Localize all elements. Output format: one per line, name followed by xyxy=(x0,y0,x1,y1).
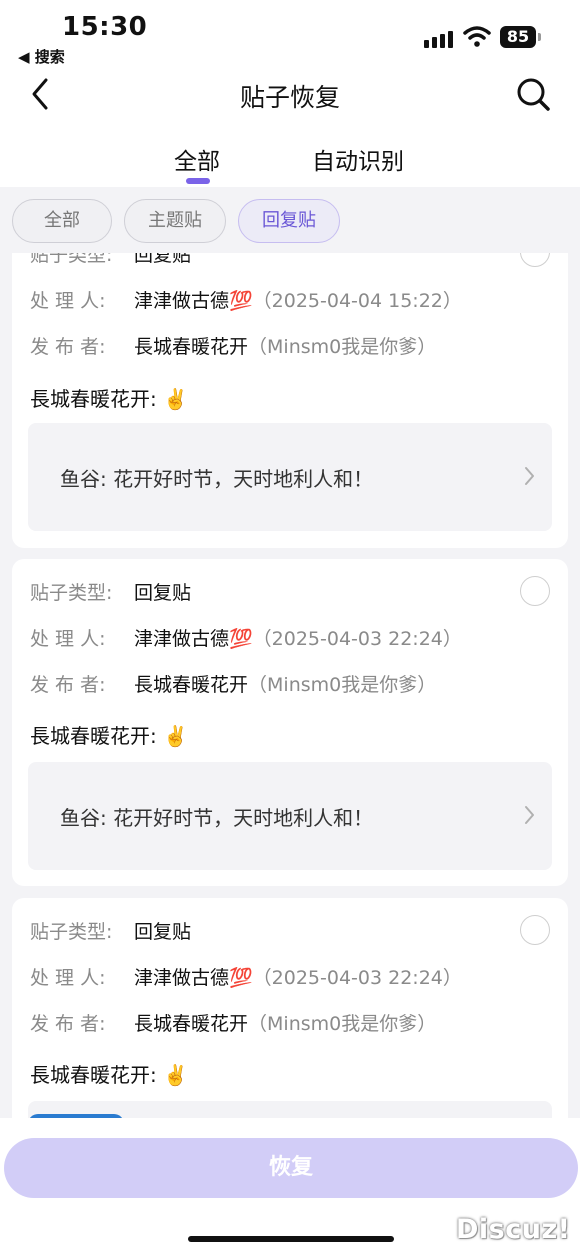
handler-time: （2025-04-03 22:24） xyxy=(252,967,462,989)
chevron-right-icon xyxy=(525,806,534,824)
publisher-label: 发 布 者: xyxy=(30,1013,106,1035)
tab-auto-detect[interactable]: 自动识别 xyxy=(312,142,404,176)
nav-bar: 贴子恢复 xyxy=(0,70,580,130)
handler-row: 处 理 人: 津津做古德💯（2025-04-03 22:24） xyxy=(30,963,462,990)
handler-time: （2025-04-04 15:22） xyxy=(252,290,462,312)
handler-label: 处 理 人: xyxy=(30,290,106,312)
publisher-name: 長城春暖花开 xyxy=(134,674,249,696)
quoted-post-text: 鱼谷: 花开好时节，天时地利人和！ xyxy=(60,806,374,830)
handler-label: 处 理 人: xyxy=(30,628,106,650)
handler-name: 津津做古德💯 xyxy=(134,628,253,650)
battery-cap xyxy=(538,33,541,41)
publisher-label: 发 布 者: xyxy=(30,336,106,358)
post-list[interactable]: 贴子类型: 回复贴 处 理 人: 津津做古德💯（2025-04-04 15:22） … xyxy=(0,243,580,1118)
handler-time: （2025-04-03 22:24） xyxy=(252,628,462,650)
battery-icon: 85 xyxy=(500,26,536,48)
tab-active-indicator xyxy=(186,178,210,184)
handler-name: 津津做古德💯 xyxy=(134,967,253,989)
reply-content: 長城春暖花开: ✌️ xyxy=(30,1063,188,1087)
search-icon[interactable] xyxy=(514,74,552,114)
publisher-row: 发 布 者: 長城春暖花开（Minsm0我是你爹） xyxy=(30,1009,436,1036)
quoted-post-text: 鱼谷: 花开好时节，天时地利人和！ xyxy=(60,467,374,491)
publisher-id: （Minsm0我是你爹） xyxy=(248,336,437,358)
status-bar: 15:30 ◀ 搜索 85 xyxy=(0,0,580,70)
post-type-label: 贴子类型: xyxy=(30,582,113,604)
publisher-id: （Minsm0我是你爹） xyxy=(248,1013,437,1035)
quoted-post[interactable]: 鱼谷: 花开好时节，天时地利人和！ xyxy=(28,762,552,870)
publisher-row: 发 布 者: 長城春暖花开（Minsm0我是你爹） xyxy=(30,670,436,697)
post-card: 贴子类型: 回复贴 处 理 人: 津津做古德💯（2025-04-04 15:22） … xyxy=(12,243,568,548)
restore-button[interactable]: 恢复 xyxy=(4,1138,578,1198)
filter-bar: 全部 主题贴 回复贴 xyxy=(0,187,580,253)
post-type-row: 贴子类型: 回复贴 xyxy=(30,578,191,605)
filter-chip-reply[interactable]: 回复贴 xyxy=(238,199,340,243)
post-type-label: 贴子类型: xyxy=(30,921,113,943)
select-radio[interactable] xyxy=(520,576,550,606)
publisher-label: 发 布 者: xyxy=(30,674,106,696)
post-type-value: 回复贴 xyxy=(134,582,192,604)
status-time: 15:30 xyxy=(62,12,148,42)
discuz-watermark: Discuz! xyxy=(456,1214,571,1245)
quoted-post[interactable]: 鱼谷: 花开好时节，天时地利人和！ xyxy=(28,423,552,531)
filter-chip-topic[interactable]: 主题贴 xyxy=(124,199,226,243)
signal-icon xyxy=(424,28,454,48)
tab-all[interactable]: 全部 xyxy=(174,142,220,176)
wifi-icon xyxy=(463,26,491,47)
tab-bar: 全部 自动识别 xyxy=(0,130,580,187)
reply-content: 長城春暖花开: ✌️ xyxy=(30,387,188,411)
select-radio[interactable] xyxy=(520,915,550,945)
page-title: 贴子恢复 xyxy=(239,83,340,112)
post-type-value: 回复贴 xyxy=(134,921,192,943)
filter-chip-all[interactable]: 全部 xyxy=(12,199,112,243)
publisher-name: 長城春暖花开 xyxy=(134,1013,249,1035)
handler-label: 处 理 人: xyxy=(30,967,106,989)
publisher-id: （Minsm0我是你爹） xyxy=(248,674,437,696)
handler-name: 津津做古德💯 xyxy=(134,290,253,312)
home-indicator[interactable] xyxy=(188,1236,394,1242)
reply-content: 長城春暖花开: ✌️ xyxy=(30,724,188,748)
publisher-name: 長城春暖花开 xyxy=(134,336,249,358)
bottom-action-bar: 恢复 Discuz! xyxy=(0,1118,580,1255)
post-type-row: 贴子类型: 回复贴 xyxy=(30,917,191,944)
back-to-app-link[interactable]: ◀ 搜索 xyxy=(18,46,65,67)
publisher-row: 发 布 者: 長城春暖花开（Minsm0我是你爹） xyxy=(30,332,436,359)
handler-row: 处 理 人: 津津做古德💯（2025-04-03 22:24） xyxy=(30,624,462,651)
handler-row: 处 理 人: 津津做古德💯（2025-04-04 15:22） xyxy=(30,286,462,313)
post-card: 贴子类型: 回复贴 处 理 人: 津津做古德💯（2025-04-03 22:24） … xyxy=(12,898,568,1118)
chevron-right-icon xyxy=(525,467,534,485)
post-card: 贴子类型: 回复贴 处 理 人: 津津做古德💯（2025-04-03 22:24） … xyxy=(12,559,568,886)
